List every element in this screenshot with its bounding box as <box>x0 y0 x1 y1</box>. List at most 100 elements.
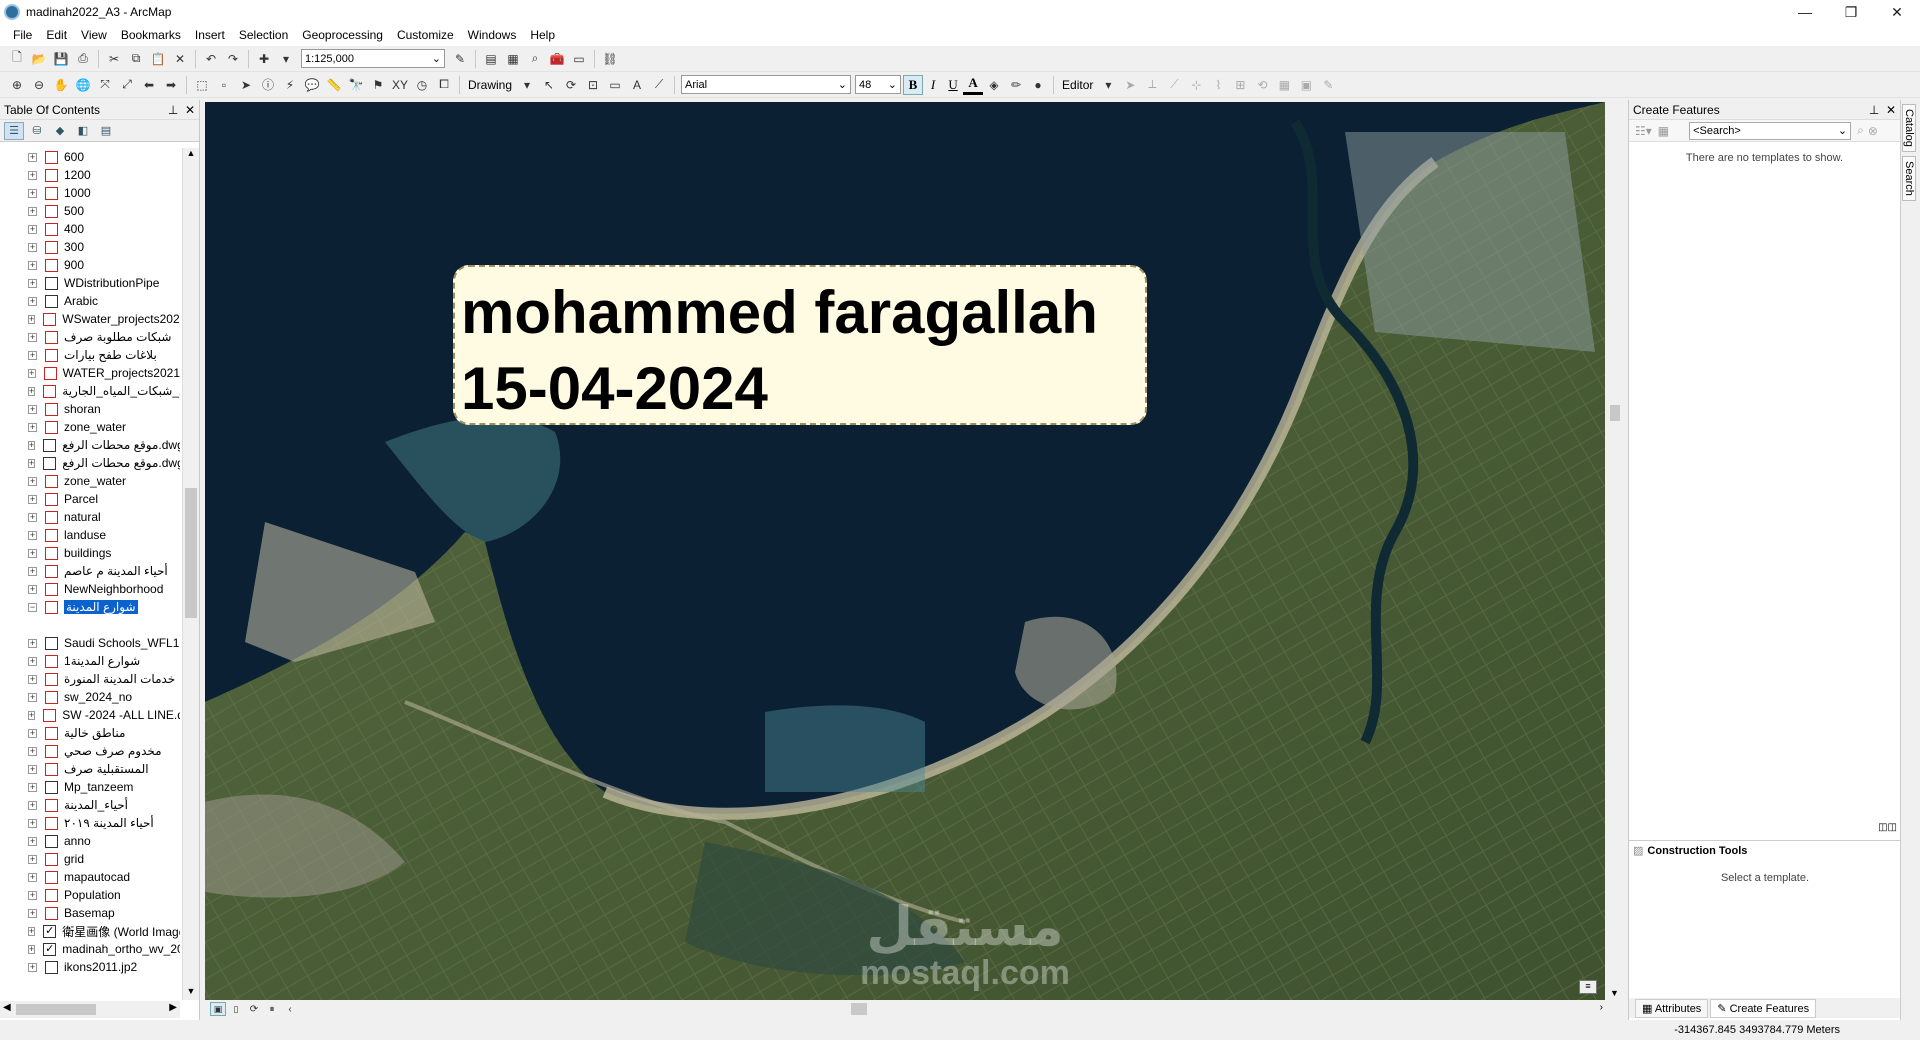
editor-toolbar-icon[interactable]: ✎ <box>450 49 470 69</box>
layer-visibility-checkbox[interactable] <box>45 762 58 776</box>
layer-item[interactable]: + grid <box>0 850 180 868</box>
select-features-icon[interactable]: ⬚ <box>192 75 212 95</box>
layer-item[interactable]: + د_شبكات_المياه_الجارية <box>0 382 180 400</box>
layer-item[interactable]: + landuse <box>0 526 180 544</box>
expand-icon[interactable]: + <box>28 584 37 594</box>
menu-help[interactable]: Help <box>523 28 562 42</box>
layer-item[interactable]: + anno <box>0 832 180 850</box>
layer-visibility-checkbox[interactable] <box>45 492 58 506</box>
layer-visibility-checkbox[interactable] <box>45 420 58 434</box>
expand-icon[interactable]: + <box>28 494 37 504</box>
expand-icon[interactable]: + <box>28 170 37 180</box>
layer-visibility-checkbox[interactable] <box>45 402 58 416</box>
map-vertical-scrollbar[interactable]: ▼ <box>1607 102 1623 1000</box>
select-elements-arrow-icon[interactable]: ➤ <box>236 75 256 95</box>
list-by-visibility-icon[interactable]: ◆ <box>50 122 70 140</box>
expand-icon[interactable]: + <box>28 314 36 324</box>
forward-arrow-icon[interactable]: ➡ <box>161 75 181 95</box>
expand-icon[interactable]: + <box>28 458 36 468</box>
layer-visibility-checkbox[interactable] <box>45 870 58 884</box>
layer-item[interactable]: +400 <box>0 220 180 238</box>
editor-menu[interactable]: Editor <box>1058 78 1097 92</box>
scroll-left-icon[interactable]: ‹ <box>282 1002 298 1016</box>
layer-visibility-checkbox[interactable] <box>43 438 57 452</box>
expand-icon[interactable]: + <box>28 746 37 756</box>
expand-icon[interactable]: + <box>28 674 37 684</box>
paste-icon[interactable]: 📋 <box>148 49 168 69</box>
go-to-xy-icon[interactable]: XY <box>390 75 410 95</box>
layer-item[interactable]: + Population <box>0 886 180 904</box>
layer-visibility-checkbox[interactable] <box>45 780 58 794</box>
layer-visibility-checkbox[interactable] <box>45 888 58 902</box>
layer-item[interactable]: + شبكات مطلوبة صرف <box>0 328 180 346</box>
python-window-icon[interactable]: ▭ <box>569 49 589 69</box>
layer-item[interactable]: + sw_2024_no <box>0 688 180 706</box>
expand-icon[interactable]: + <box>28 188 37 198</box>
map-scale-select[interactable]: 1:125,000 ⌄ <box>301 49 445 68</box>
layer-item[interactable]: + WATER_projects2021 <box>0 364 180 382</box>
hyperlink-icon[interactable]: ⚡ <box>280 75 300 95</box>
layer-item[interactable]: +500 <box>0 202 180 220</box>
tab-catalog[interactable]: Catalog <box>1902 104 1916 152</box>
layer-item[interactable]: + مناطق خالية <box>0 724 180 742</box>
expand-icon[interactable]: + <box>28 386 36 396</box>
catalog-window-icon[interactable]: ▦ <box>503 49 523 69</box>
expand-icon[interactable]: + <box>28 836 37 846</box>
underline-button[interactable]: U <box>943 75 963 95</box>
layer-visibility-checkbox[interactable] <box>43 708 57 722</box>
create-viewer-window-icon[interactable]: ⧠ <box>434 75 454 95</box>
rotate-icon[interactable]: ⟳ <box>561 75 581 95</box>
layer-visibility-checkbox[interactable] <box>45 852 58 866</box>
line-color-icon[interactable]: ✏ <box>1006 75 1026 95</box>
drawing-menu[interactable]: Drawing <box>464 78 516 92</box>
layer-item[interactable]: + WDistributionPipe <box>0 274 180 292</box>
panel-collapse-icon[interactable]: ◫◫ <box>1878 822 1897 838</box>
layer-item[interactable]: + mapautocad <box>0 868 180 886</box>
menu-bookmarks[interactable]: Bookmarks <box>114 28 188 42</box>
expand-icon[interactable]: + <box>28 476 37 486</box>
list-by-source-icon[interactable]: ⛁ <box>27 122 47 140</box>
pin-icon[interactable]: ⊥ <box>168 103 178 117</box>
redo-icon[interactable]: ↷ <box>223 49 243 69</box>
identify-icon[interactable]: ⓘ <box>258 75 278 95</box>
expand-icon[interactable]: + <box>28 800 37 810</box>
pin-icon[interactable]: ⊥ <box>1869 103 1879 117</box>
measure-icon[interactable]: 📏 <box>324 75 344 95</box>
font-size-select[interactable]: 48 ⌄ <box>855 75 902 94</box>
layer-item[interactable]: + zone_water <box>0 418 180 436</box>
expand-icon[interactable]: + <box>28 710 36 720</box>
menu-windows[interactable]: Windows <box>461 28 524 42</box>
template-search-input[interactable]: <Search> ⌄ <box>1689 121 1852 140</box>
layer-item[interactable]: + ✓ madinah_ortho_wv_2022 <box>0 940 180 958</box>
font-name-select[interactable]: Arial ⌄ <box>681 75 852 94</box>
expand-icon[interactable]: + <box>28 548 37 558</box>
find-binoculars-icon[interactable]: 🔭 <box>346 75 366 95</box>
expand-icon[interactable]: + <box>28 854 37 864</box>
layer-item[interactable]: + Arabic <box>0 292 180 310</box>
expand-icon[interactable]: + <box>28 566 37 576</box>
layer-visibility-checkbox[interactable] <box>45 798 58 812</box>
expand-icon[interactable]: + <box>28 728 37 738</box>
time-slider-icon[interactable]: ◷ <box>412 75 432 95</box>
data-view-icon[interactable]: ▣ <box>210 1002 226 1016</box>
layer-item[interactable]: + شوارع المدينة1 <box>0 652 180 670</box>
layer-item[interactable]: +900 <box>0 256 180 274</box>
layer-visibility-checkbox[interactable] <box>45 150 58 164</box>
layer-visibility-checkbox[interactable] <box>45 816 58 830</box>
layer-item[interactable]: +1200 <box>0 166 180 184</box>
menu-insert[interactable]: Insert <box>188 28 232 42</box>
layer-item[interactable]: + أحياء المدينة م عاصم <box>0 562 180 580</box>
zoom-to-elements-icon[interactable]: ⊡ <box>583 75 603 95</box>
italic-button[interactable]: I <box>923 75 943 95</box>
layer-visibility-checkbox[interactable] <box>43 384 57 398</box>
expand-icon[interactable]: + <box>28 962 37 972</box>
zoom-out-icon[interactable]: ⊖ <box>29 75 49 95</box>
expand-icon[interactable]: + <box>28 764 37 774</box>
layer-item[interactable]: + Mp_tanzeem <box>0 778 180 796</box>
print-icon[interactable]: ⎙ <box>73 49 93 69</box>
layer-visibility-checkbox[interactable] <box>45 258 58 272</box>
map-view[interactable]: mohammed faragallah 15-04-2024 مستقل mos… <box>205 102 1605 1000</box>
expand-icon[interactable]: + <box>28 530 37 540</box>
layer-item[interactable]: + Parcel <box>0 490 180 508</box>
layer-item[interactable]: +600 <box>0 148 180 166</box>
